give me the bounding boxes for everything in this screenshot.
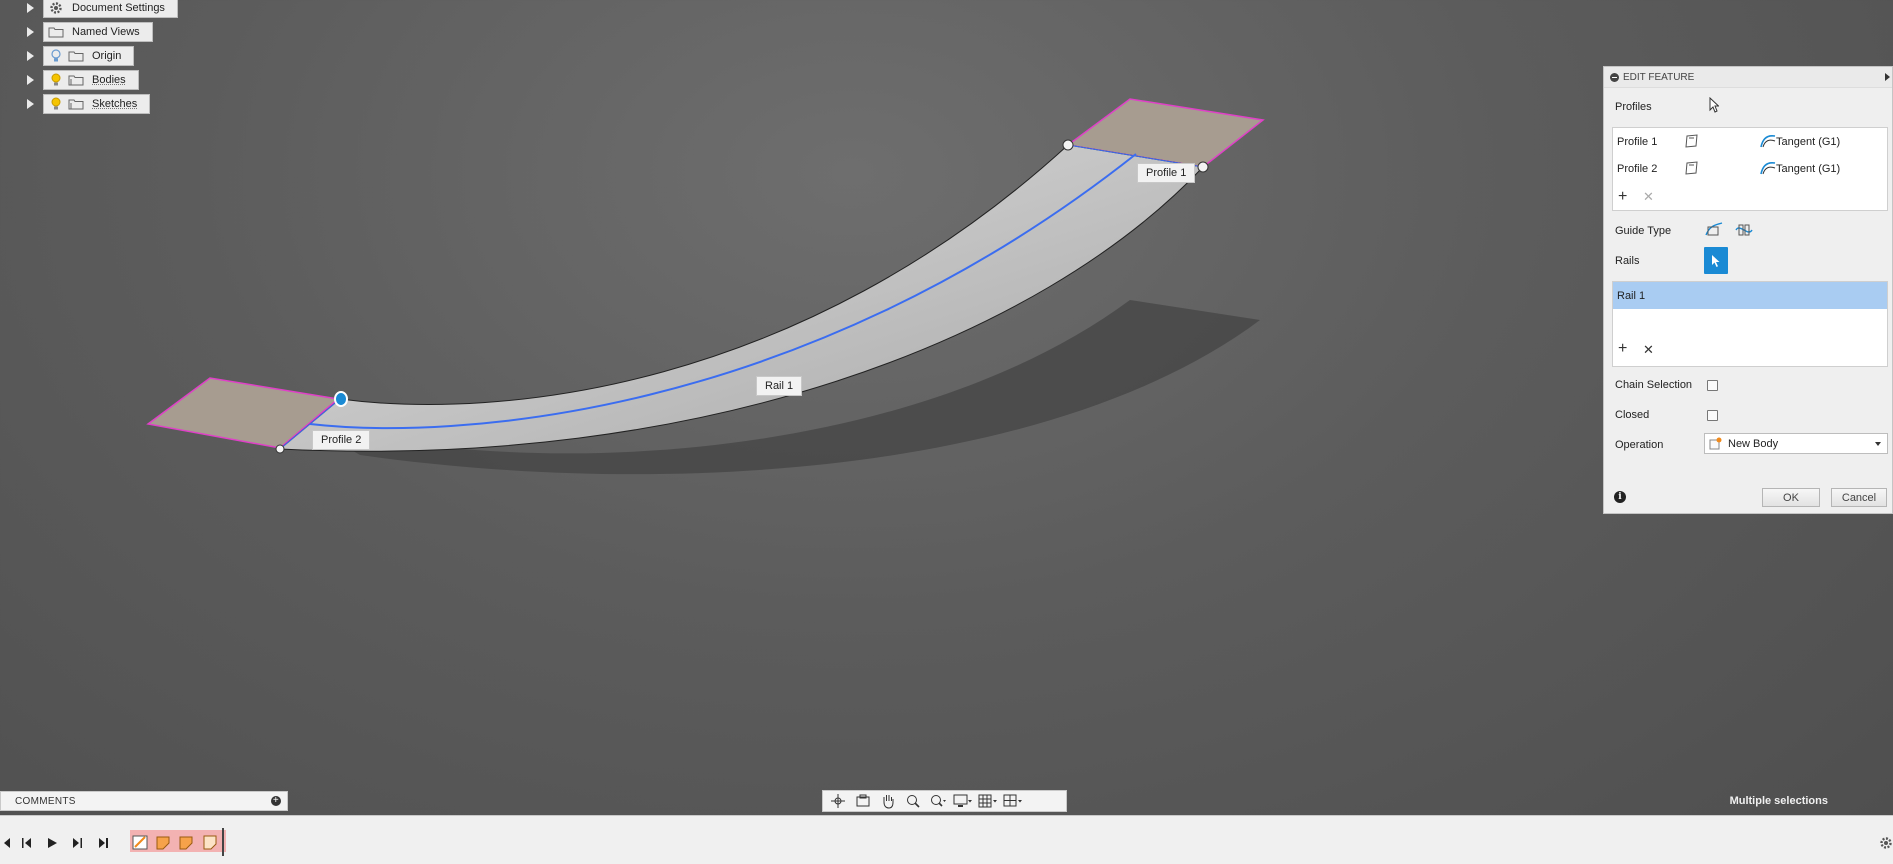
tangent-condition-icon[interactable] bbox=[1759, 133, 1777, 149]
operation-select[interactable]: New Body bbox=[1704, 433, 1888, 454]
lightbulb-icon[interactable] bbox=[48, 97, 64, 111]
go-to-start-icon[interactable] bbox=[0, 836, 14, 850]
expand-arrow-icon[interactable] bbox=[27, 75, 34, 85]
rails-select-button[interactable] bbox=[1704, 247, 1728, 274]
add-profile-icon[interactable]: + bbox=[1618, 189, 1627, 205]
profiles-label: Profiles bbox=[1615, 101, 1652, 113]
viewports-icon[interactable] bbox=[1002, 792, 1024, 810]
profile-name: Profile 1 bbox=[1617, 135, 1658, 148]
browser-item-label: Named Views bbox=[72, 26, 140, 38]
look-at-icon[interactable] bbox=[852, 792, 874, 810]
handle-point[interactable] bbox=[1062, 139, 1074, 151]
rails-label: Rails bbox=[1615, 255, 1640, 267]
timeline-marker[interactable] bbox=[222, 828, 224, 856]
lightbulb-icon[interactable] bbox=[48, 49, 64, 63]
guide-type-centerline-icon[interactable] bbox=[1734, 221, 1754, 242]
dropdown-arrow-icon[interactable] bbox=[1875, 442, 1881, 446]
expand-arrow-icon[interactable] bbox=[27, 3, 34, 13]
handle-point[interactable] bbox=[1197, 161, 1209, 173]
cursor-arrow-icon bbox=[1709, 96, 1720, 116]
closed-label: Closed bbox=[1615, 409, 1650, 421]
info-icon[interactable]: i bbox=[1614, 491, 1626, 503]
remove-profile-icon[interactable]: ✕ bbox=[1643, 190, 1654, 204]
browser-item-label: Bodies bbox=[92, 74, 126, 86]
list-item-profile-1[interactable]: Profile 1 Tangent (G1) bbox=[1613, 128, 1887, 155]
settings-gear-icon[interactable] bbox=[1879, 836, 1893, 853]
profile-condition[interactable]: Tangent (G1) bbox=[1776, 163, 1840, 175]
new-body-icon bbox=[1708, 437, 1722, 451]
comments-bar[interactable]: COMMENTS + bbox=[0, 791, 288, 811]
orbit-icon[interactable] bbox=[827, 792, 849, 810]
profile-shape-icon[interactable] bbox=[1683, 160, 1701, 176]
status-text: Multiple selections bbox=[1729, 795, 1828, 807]
expand-arrow-icon[interactable] bbox=[27, 27, 34, 37]
folder-icon bbox=[68, 73, 84, 87]
comments-label: COMMENTS bbox=[15, 795, 76, 807]
expand-arrow-icon[interactable] bbox=[27, 99, 34, 109]
panel-title: EDIT FEATURE bbox=[1623, 71, 1695, 83]
profile-condition[interactable]: Tangent (G1) bbox=[1776, 136, 1840, 148]
folder-icon bbox=[48, 25, 64, 39]
cancel-button[interactable]: Cancel bbox=[1831, 488, 1887, 507]
pan-hand-icon[interactable] bbox=[877, 792, 899, 810]
folder-icon bbox=[68, 97, 84, 111]
step-back-icon[interactable] bbox=[20, 836, 34, 850]
zoom-icon[interactable] bbox=[902, 792, 924, 810]
handle-point[interactable] bbox=[275, 444, 285, 454]
profile-name: Profile 2 bbox=[1617, 162, 1658, 175]
profile-1-label[interactable]: Profile 1 bbox=[1137, 163, 1196, 183]
add-comment-icon[interactable]: + bbox=[271, 796, 281, 806]
select-cursor-icon bbox=[1712, 254, 1720, 267]
panel-header[interactable]: EDIT FEATURE bbox=[1604, 67, 1892, 88]
operation-label: Operation bbox=[1615, 439, 1664, 451]
timeline-bar bbox=[0, 815, 1893, 864]
browser-item-bodies[interactable]: Bodies bbox=[0, 70, 139, 90]
grid-icon[interactable] bbox=[977, 792, 999, 810]
browser-item-document-settings[interactable]: Document Settings bbox=[0, 0, 178, 18]
chain-selection-checkbox[interactable] bbox=[1707, 380, 1718, 391]
expand-right-icon[interactable] bbox=[1885, 73, 1890, 81]
timeline-loft-icon[interactable] bbox=[155, 833, 173, 854]
browser-item-label: Document Settings bbox=[72, 2, 165, 14]
handle-point-selected[interactable] bbox=[334, 391, 348, 407]
timeline-loft-icon[interactable] bbox=[201, 833, 219, 854]
profile-shape-icon[interactable] bbox=[1683, 133, 1701, 149]
add-rail-icon[interactable]: + bbox=[1618, 341, 1627, 357]
timeline-loft-icon[interactable] bbox=[178, 833, 196, 854]
expand-arrow-icon[interactable] bbox=[27, 51, 34, 61]
rail-1-label[interactable]: Rail 1 bbox=[756, 376, 803, 396]
rail-name: Rail 1 bbox=[1617, 289, 1646, 302]
closed-checkbox[interactable] bbox=[1707, 410, 1718, 421]
navigation-toolbar bbox=[822, 790, 1067, 812]
browser-item-origin[interactable]: Origin bbox=[0, 46, 135, 66]
gear-icon bbox=[48, 1, 64, 15]
guide-type-label: Guide Type bbox=[1615, 225, 1672, 237]
browser-item-label: Origin bbox=[92, 50, 122, 62]
step-forward-icon[interactable] bbox=[70, 836, 84, 850]
collapse-icon[interactable] bbox=[1610, 72, 1619, 82]
ok-button[interactable]: OK bbox=[1762, 488, 1820, 507]
timeline-sketch-icon[interactable] bbox=[132, 833, 150, 854]
profile-2-label[interactable]: Profile 2 bbox=[312, 430, 371, 450]
profiles-list[interactable]: Profile 1 Tangent (G1) Profile 2 Tangent… bbox=[1612, 127, 1888, 211]
chain-selection-label: Chain Selection bbox=[1615, 379, 1693, 391]
go-to-end-icon[interactable] bbox=[96, 836, 110, 850]
edit-feature-panel: EDIT FEATURE Profiles Profile 1 Tangent … bbox=[1603, 66, 1893, 514]
browser-item-named-views[interactable]: Named Views bbox=[0, 22, 153, 42]
browser-item-sketches[interactable]: Sketches bbox=[0, 94, 151, 114]
guide-type-rails-icon[interactable] bbox=[1704, 221, 1724, 242]
operation-value: New Body bbox=[1728, 437, 1779, 450]
rails-list[interactable]: Rail 1 + ✕ bbox=[1612, 281, 1888, 367]
folder-icon bbox=[68, 49, 84, 63]
lightbulb-icon[interactable] bbox=[48, 73, 64, 87]
list-item-profile-2[interactable]: Profile 2 Tangent (G1) bbox=[1613, 155, 1887, 182]
list-item-rail-1[interactable]: Rail 1 bbox=[1613, 282, 1887, 309]
browser-item-label: Sketches bbox=[92, 98, 138, 110]
display-settings-icon[interactable] bbox=[952, 792, 974, 810]
tangent-condition-icon[interactable] bbox=[1759, 160, 1777, 176]
zoom-window-icon[interactable] bbox=[927, 792, 949, 810]
remove-rail-icon[interactable]: ✕ bbox=[1643, 343, 1654, 357]
play-icon[interactable] bbox=[45, 836, 59, 850]
